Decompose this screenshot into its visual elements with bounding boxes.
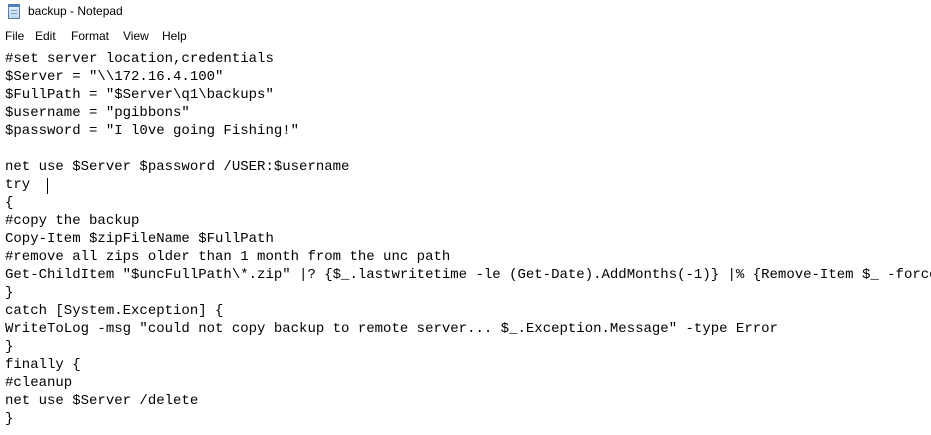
menu-file[interactable]: File (5, 29, 24, 43)
menu-edit[interactable]: Edit (35, 29, 56, 43)
text-line: $password = "I l0ve going Fishing!" (5, 123, 300, 139)
text-line: } (5, 285, 14, 301)
menu-format[interactable]: Format (71, 29, 109, 43)
text-line: try (5, 177, 39, 193)
text-line: #set server location,credentials (5, 51, 274, 67)
text-line: Copy-Item $zipFileName $FullPath (5, 231, 274, 247)
text-editor[interactable]: #set server location,credentials $Server… (0, 47, 931, 435)
text-line: } (5, 411, 14, 427)
text-line: net use $Server /delete (5, 393, 199, 409)
text-line: #remove all zips older than 1 month from… (5, 249, 451, 265)
window-title: backup - Notepad (28, 4, 123, 18)
menu-help[interactable]: Help (162, 29, 187, 43)
text-line: #copy the backup (5, 213, 140, 229)
text-line: { (5, 195, 14, 211)
title-bar[interactable]: backup - Notepad (0, 0, 931, 25)
text-line: #cleanup (5, 375, 73, 391)
notepad-window: backup - Notepad File Edit Format View H… (0, 0, 931, 435)
text-line: $username = "pgibbons" (5, 105, 190, 121)
text-line: $FullPath = "$Server\q1\backups" (5, 87, 274, 103)
text-caret (47, 178, 48, 194)
text-line: Get-ChildItem "$uncFullPath\*.zip" |? {$… (5, 267, 931, 283)
menu-bar: File Edit Format View Help (0, 26, 931, 46)
notepad-icon (8, 4, 20, 19)
text-line: net use $Server $password /USER:$usernam… (5, 159, 350, 175)
text-line: } (5, 339, 14, 355)
text-line: WriteToLog -msg "could not copy backup t… (5, 321, 778, 337)
menu-view[interactable]: View (123, 29, 149, 43)
text-line: catch [System.Exception] { (5, 303, 224, 319)
text-line: $Server = "\\172.16.4.100" (5, 69, 224, 85)
text-line: finally { (5, 357, 81, 373)
